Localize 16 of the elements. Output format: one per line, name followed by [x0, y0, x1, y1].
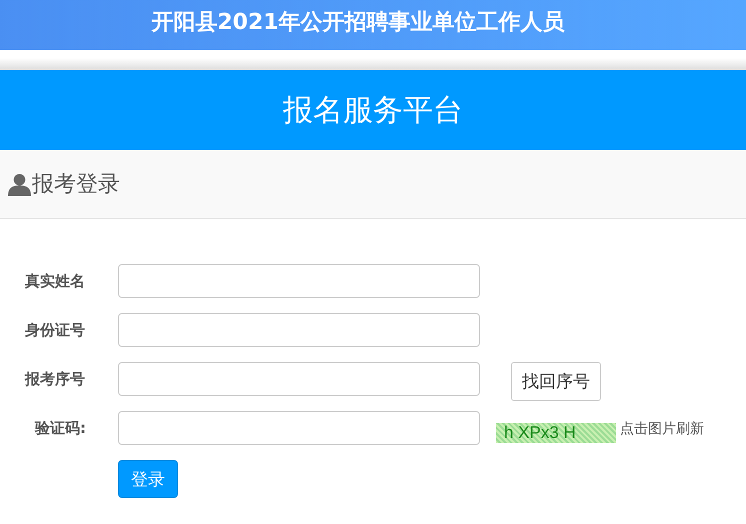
field-label: 报考序号 [24, 370, 86, 388]
refresh-hint: 点击图片刷新 [620, 420, 704, 438]
field-label: 真实姓名 [24, 272, 86, 290]
input-field[interactable] [118, 264, 480, 298]
login-button[interactable]: 登录 [118, 460, 178, 498]
input-field[interactable] [118, 362, 480, 396]
captcha-image[interactable]: h XPx3 H [496, 423, 616, 443]
field-label: 验证码: [34, 418, 87, 438]
user-icon [8, 172, 31, 196]
recover-button[interactable]: 找回序号 [511, 362, 601, 401]
input-field[interactable] [118, 313, 480, 347]
banner-title: 开阳县2021年公开招聘事业单位工作人员 [151, 9, 565, 37]
platform-title: 报名服务平台 [283, 92, 463, 130]
field-label: 身份证号 [24, 320, 86, 340]
panel-title: 报考登录 [32, 171, 120, 199]
input-field[interactable] [118, 411, 480, 445]
